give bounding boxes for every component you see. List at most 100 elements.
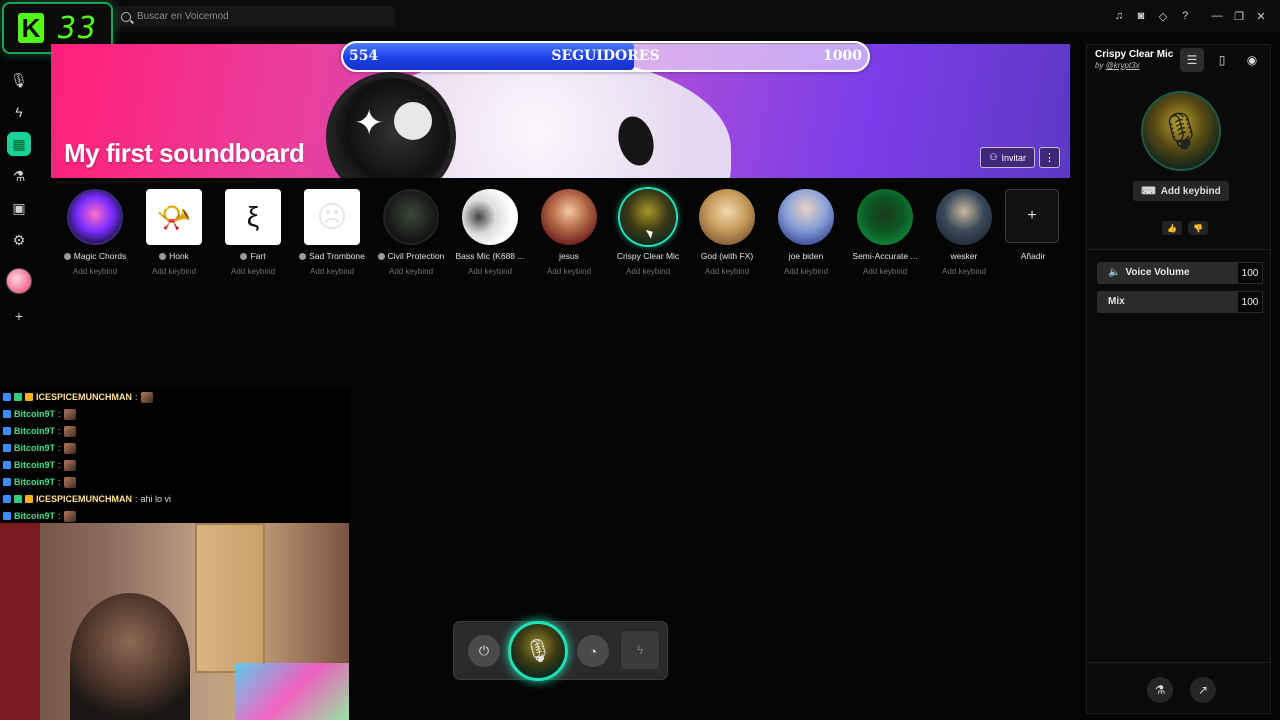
more-options-button[interactable]: ⋮ [1039,147,1060,168]
mix-value[interactable]: 100 [1237,291,1263,313]
diamond-icon[interactable]: ◇ [1152,7,1174,25]
microphone-image [620,189,676,245]
author-link[interactable]: @krypt3x [1106,61,1140,70]
search-input[interactable]: Buscar en Voicemod [115,6,395,27]
add-sound-tile[interactable]: + Añadir [996,188,1070,276]
help-icon[interactable]: ? [1174,7,1196,25]
flask-icon[interactable]: ⚗ [1147,677,1173,703]
sound-tile[interactable]: Civil Protection Add keybind [374,188,448,276]
sound-tile[interactable]: Semi-Accurate ... Add keybind [848,188,922,276]
add-keybind-link[interactable]: Add keybind [447,267,533,276]
add-keybind-link[interactable]: Add keybind [605,267,691,276]
hear-myself-icon[interactable]: ◔ [577,635,609,667]
sound-tile[interactable]: joe biden Add keybind [769,188,843,276]
close-icon[interactable]: ✕ [1250,7,1272,25]
voice-volume-slider[interactable]: 🔈 Voice Volume 100 [1097,262,1263,284]
kick-logo: K [18,13,44,43]
sound-tile[interactable]: ξ Fart Add keybind [216,188,290,276]
add-keybind-button[interactable]: ⌨ Add keybind [1133,181,1229,201]
background-effects-icon[interactable]: ϟ [621,631,659,669]
invite-button[interactable]: ⚇ Invitar [980,147,1035,168]
webcam-aquarium [235,663,349,720]
left-sidebar: 🎙 ϟ ▦ ⚗ ▣ ⚙ + [0,56,38,386]
sound-name: Magic Chords [52,251,138,261]
store-icon[interactable]: ▣ [7,196,31,220]
add-keybind-link[interactable]: Add keybind [684,267,770,276]
bell-icon[interactable]: ♫ [1108,7,1130,25]
add-keybind-link[interactable]: Add keybind [842,267,928,276]
sound-name: joe biden [788,251,824,261]
add-keybind-link[interactable]: Add keybind [210,267,296,276]
webcam-curtain [0,523,40,720]
status-dot [159,253,167,260]
follower-goal: 1000 [823,48,862,64]
sad-face-icon: ☹ [304,189,360,245]
thumbs-down-icon[interactable]: 👎 [1188,221,1208,235]
sound-name-text: Magic Chords [73,251,127,261]
biden-image [778,189,834,245]
chat-separator: : [58,477,61,487]
microphone-image [462,189,518,245]
chat-message: Bitcoin9T: [3,459,76,471]
sound-thumbnail [67,189,123,245]
voice-changer-toggle[interactable]: 🎙 [508,621,568,681]
sound-tile[interactable]: ☹ Sad Trombone Add keybind [295,188,369,276]
sound-tile[interactable]: Bass Mic (K688 ... Add keybind [453,188,527,276]
add-keybind-link[interactable]: Add keybind [368,267,454,276]
sound-tile[interactable]: Magic Chords Add keybind [58,188,132,276]
sliders-icon[interactable]: ☰ [1180,48,1204,72]
chat-separator: : [135,494,138,504]
sound-tile[interactable]: 📯 Honk Add keybind [137,188,211,276]
voice-volume-value[interactable]: 100 [1237,262,1263,284]
chat-message: Bitcoin9T: [3,425,76,437]
book-icon[interactable]: ▯ [1210,48,1234,72]
status-dot [299,253,307,260]
mix-slider[interactable]: Mix 100 [1097,291,1263,313]
sound-tile[interactable]: jesus Add keybind [532,188,606,276]
sound-tile[interactable]: wesker Add keybind [927,188,1001,276]
add-keybind-link[interactable]: Add keybind [763,267,849,276]
webcam-overlay [0,523,349,720]
webcam-streamer [70,593,190,720]
sound-tile[interactable]: God (with FX) Add keybind [690,188,764,276]
chat-username: ICESPICEMUNCHMAN [36,494,133,504]
lightning-icon[interactable]: ϟ [7,100,31,124]
share-icon[interactable]: ↗ [1190,677,1216,703]
flask-icon[interactable]: ⚗ [7,164,31,188]
chat-username: Bitcoin9T [14,460,56,470]
voicemod-app: Buscar en Voicemod ♫ ◙ ◇ ? — ❐ ✕ K 33 🎙 … [0,0,1280,720]
soundboard-icon[interactable]: ▦ [7,132,31,156]
discord-icon[interactable]: ◙ [1130,7,1152,25]
sound-name: Crispy Clear Mic [616,251,680,261]
chat-username: Bitcoin9T [14,426,56,436]
voice-title: Crispy Clear Mic [1095,49,1174,60]
record-icon[interactable]: ◉ [1240,48,1264,72]
thumbs-up-icon[interactable]: 👍 [1162,221,1182,235]
invite-label: Invitar [1001,152,1026,163]
chat-username: Bitcoin9T [14,443,56,453]
settings-icon[interactable]: ⚙ [7,228,31,252]
title-bar: Buscar en Voicemod ♫ ◙ ◇ ? — ❐ ✕ [0,0,1280,32]
god-image [699,189,755,245]
power-icon[interactable]: ⏻ [468,635,500,667]
add-keybind-link[interactable]: Add keybind [921,267,1007,276]
chat-message: ICESPICEMUNCHMAN: ahi lo vi [3,493,171,505]
add-keybind-link[interactable]: Add keybind [131,267,217,276]
chat-separator: : [58,460,61,470]
add-keybind-link[interactable]: Add keybind [52,267,138,276]
status-dot [63,253,71,260]
chat-message: Bitcoin9T: [3,442,76,454]
plus-icon[interactable]: + [7,304,31,328]
search-icon [121,11,131,22]
chat-badge-icon [25,495,33,503]
chat-separator: : [58,443,61,453]
minimize-icon[interactable]: — [1206,7,1228,25]
avatar[interactable] [6,268,32,294]
add-keybind-link[interactable]: Add keybind [526,267,612,276]
microphone-icon[interactable]: 🎙 [7,68,31,92]
add-keybind-link[interactable]: Add keybind [289,267,375,276]
plus-icon[interactable]: + [1005,189,1059,243]
chat-emote-image [63,408,76,420]
maximize-icon[interactable]: ❐ [1228,7,1250,25]
chat-badge-icon [14,393,22,401]
